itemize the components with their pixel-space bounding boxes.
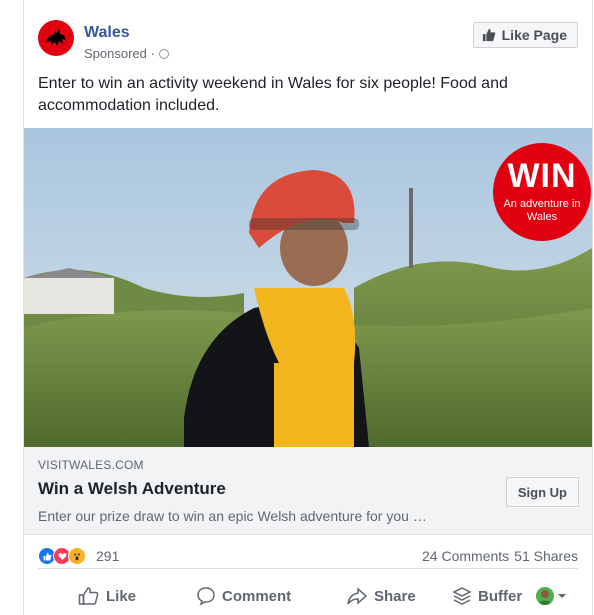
wow-reaction-icon (68, 547, 86, 565)
sponsored-text: Sponsored · (84, 46, 155, 61)
like-label: Like (106, 587, 137, 605)
comments-count[interactable]: 24 Comments (422, 548, 509, 564)
buffer-button[interactable]: Buffer (452, 581, 522, 611)
share-button[interactable]: Share (346, 581, 416, 611)
thumbs-up-icon (78, 587, 99, 605)
post-header: Wales Sponsored · Like Page (38, 20, 578, 64)
win-badge-title: WIN (507, 157, 577, 195)
buffer-icon (452, 587, 472, 605)
reaction-icons[interactable] (38, 547, 86, 565)
page-avatar[interactable] (38, 20, 74, 56)
shares-count[interactable]: 51 Shares (514, 548, 578, 564)
like-page-button[interactable]: Like Page (472, 22, 578, 48)
link-description: Enter our prize draw to win an epic Wels… (38, 508, 427, 524)
post-actions: Like Comment Share Buffer (38, 581, 578, 611)
comment-icon (197, 587, 215, 606)
link-preview[interactable]: VISITWALES.COM Win a Welsh Adventure Ent… (24, 447, 592, 535)
win-badge-subtitle: An adventure in Wales (503, 198, 581, 223)
like-page-label: Like Page (501, 27, 567, 43)
comment-button[interactable]: Comment (196, 581, 291, 611)
sign-up-button[interactable]: Sign Up (505, 477, 579, 507)
chevron-down-icon (558, 594, 566, 598)
post-as-selector[interactable] (536, 581, 567, 611)
post-text: Enter to win an activity weekend in Wale… (38, 75, 508, 114)
sponsored-label: Sponsored · (84, 46, 169, 61)
page-name-link[interactable]: Wales (84, 24, 130, 42)
engagement-counts: 24 Comments 51 Shares (422, 548, 578, 564)
user-avatar (536, 587, 554, 605)
link-domain: VISITWALES.COM (38, 458, 144, 472)
feed-post: Wales Sponsored · Like Page Enter to win… (23, 0, 593, 615)
reaction-count[interactable]: 291 (96, 548, 119, 564)
ad-image[interactable]: WIN An adventure in Wales (24, 128, 592, 447)
share-label: Share (374, 587, 416, 605)
win-badge: WIN An adventure in Wales (493, 143, 591, 241)
wales-dragon-icon (46, 29, 66, 46)
comment-label: Comment (222, 587, 292, 605)
link-title[interactable]: Win a Welsh Adventure (38, 479, 226, 499)
share-icon (347, 587, 368, 605)
buffer-label: Buffer (478, 587, 523, 605)
thumbs-up-icon (482, 28, 495, 42)
globe-icon (158, 48, 169, 59)
like-button[interactable]: Like (78, 581, 136, 611)
reactions-summary: 291 24 Comments 51 Shares (38, 546, 578, 569)
